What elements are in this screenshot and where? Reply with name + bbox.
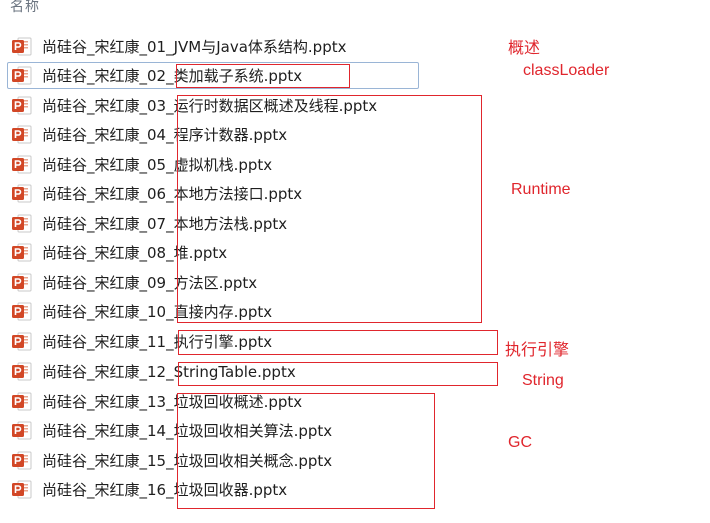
annotation-runtime: Runtime [511,181,571,198]
engine-highlight-box [178,330,498,355]
powerpoint-file-icon [11,65,32,86]
classloader-highlight-box [176,64,350,88]
annotation-execution-engine: 执行引擎 [505,342,570,359]
annotation-string: String [522,372,564,389]
powerpoint-file-icon [11,154,32,175]
powerpoint-file-icon [11,301,32,322]
annotation-overview: 概述 [508,40,541,57]
powerpoint-file-icon [11,36,32,57]
powerpoint-file-icon [11,242,32,263]
powerpoint-file-icon [11,213,32,234]
powerpoint-file-icon [11,272,32,293]
runtime-highlight-box [177,95,482,323]
column-header-name[interactable]: 名称 [10,0,40,16]
powerpoint-file-icon [11,331,32,352]
annotation-classloader: classLoader [523,62,610,79]
gc-highlight-box [177,393,435,509]
powerpoint-file-icon [11,420,32,441]
powerpoint-file-icon [11,479,32,500]
file-name: 尚硅谷_宋红康_01_JVM与Java体系结构.pptx [42,38,347,56]
powerpoint-file-icon [11,391,32,412]
powerpoint-file-icon [11,95,32,116]
string-highlight-box [178,362,498,386]
powerpoint-file-icon [11,450,32,471]
powerpoint-file-icon [11,124,32,145]
annotation-gc: GC [508,434,532,451]
file-row[interactable]: 尚硅谷_宋红康_01_JVM与Java体系结构.pptx [7,33,419,60]
powerpoint-file-icon [11,361,32,382]
powerpoint-file-icon [11,183,32,204]
